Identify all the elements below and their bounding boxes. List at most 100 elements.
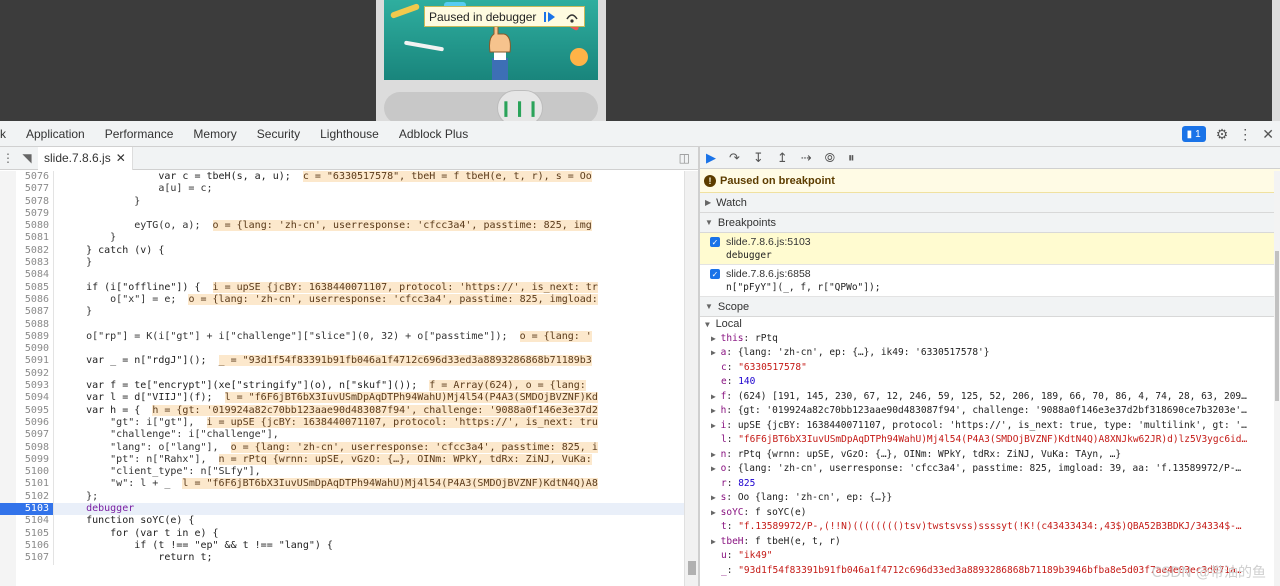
line-number[interactable]: 5079: [0, 207, 54, 221]
code-line[interactable]: 5100 "client_type": n["SLfy"],: [0, 466, 698, 479]
section-scope[interactable]: ▼ Scope: [700, 297, 1280, 317]
line-number[interactable]: 5091: [0, 355, 54, 368]
scope-variable[interactable]: t: "f.13589972/P-,(!!N)(((((((()tsv)twst…: [700, 520, 1280, 535]
scope-variable[interactable]: ▶ h: {gt: '019924a82c70bb123aae90d483087…: [700, 404, 1280, 419]
line-number[interactable]: 5099: [0, 453, 54, 467]
scope-variable[interactable]: ▶ tbeH: f tbeH(e, t, r): [700, 535, 1280, 550]
code-line[interactable]: 5095 var h = { h = {gt: '019924a82c70bb1…: [0, 404, 698, 417]
line-number[interactable]: 5095: [0, 404, 54, 417]
issues-button[interactable]: ▮ 1: [1181, 126, 1206, 142]
expand-arrow-icon[interactable]: ▶: [711, 493, 721, 502]
code-line[interactable]: 5098 "lang": o["lang"], o = {lang: 'zh-c…: [0, 441, 698, 454]
line-number[interactable]: 5105: [0, 527, 54, 540]
deactivate-breakpoints-icon[interactable]: ⦾: [825, 150, 835, 166]
breakpoint-checkbox[interactable]: ✓: [710, 269, 720, 279]
expand-arrow-icon[interactable]: ▶: [711, 421, 721, 430]
line-number[interactable]: 5088: [0, 318, 54, 331]
code-line[interactable]: 5092: [0, 367, 698, 381]
line-number[interactable]: 5090: [0, 343, 54, 356]
tab-security[interactable]: Security: [247, 127, 310, 141]
line-number[interactable]: 5100: [0, 466, 54, 479]
page-scrollbar[interactable]: [1272, 0, 1280, 121]
line-number[interactable]: 5104: [0, 515, 54, 528]
line-number[interactable]: 5101: [0, 478, 54, 491]
line-number[interactable]: 5087: [0, 306, 54, 319]
line-number[interactable]: 5077: [0, 183, 54, 196]
section-watch[interactable]: ▶ Watch: [700, 193, 1280, 213]
line-number[interactable]: 5086: [0, 293, 54, 307]
line-number[interactable]: 5102: [0, 490, 54, 504]
code-line[interactable]: 5084: [0, 269, 698, 282]
scope-local-header[interactable]: ▼ Local: [700, 317, 1280, 332]
code-line[interactable]: 5091 var _ = n["rdgJ"](); _ = "93d1f54f8…: [0, 355, 698, 368]
pause-on-exceptions-icon[interactable]: ⏸: [848, 150, 855, 166]
settings-icon[interactable]: ⚙: [1216, 126, 1229, 143]
line-number[interactable]: 5078: [0, 195, 54, 208]
expand-arrow-icon[interactable]: ▶: [711, 392, 721, 401]
code-line[interactable]: 5099 "pt": n["Rahx"], n = rPtq {wrnn: up…: [0, 453, 698, 467]
code-line[interactable]: 5093 var f = te["encrypt"](xe["stringify…: [0, 380, 698, 393]
resume-icon[interactable]: [542, 10, 558, 24]
tab-lighthouse[interactable]: Lighthouse: [310, 127, 389, 141]
section-breakpoints[interactable]: ▼ Breakpoints: [700, 213, 1280, 233]
navigator-menu-icon[interactable]: ⋮: [0, 151, 16, 165]
line-number[interactable]: 5089: [0, 330, 54, 344]
step-over-icon[interactable]: [564, 10, 580, 24]
line-number[interactable]: 5092: [0, 367, 54, 381]
code-line[interactable]: 5105 for (var t in e) {: [0, 527, 698, 540]
toggle-navigator-icon[interactable]: ◥: [16, 151, 38, 165]
sidebar-scrollbar[interactable]: [1274, 171, 1280, 586]
line-number[interactable]: 5103: [0, 503, 54, 516]
code-line[interactable]: 5097 "challenge": i["challenge"],: [0, 429, 698, 442]
expand-arrow-icon[interactable]: ▶: [711, 464, 721, 473]
resume-icon[interactable]: ▶​: [706, 150, 716, 166]
code-line[interactable]: 5094 var l = d["VIIJ"](f); l = "f6F6jBT6…: [0, 392, 698, 405]
code-line[interactable]: 5086 o["x"] = e; o = {lang: 'zh-cn', use…: [0, 293, 698, 307]
step-icon[interactable]: ⇢: [801, 150, 812, 166]
code-line[interactable]: 5103 debugger: [0, 503, 698, 516]
code-line[interactable]: 5101 "w": l + _ l = "f6F6jBT6bX3IuvUSmDp…: [0, 478, 698, 491]
more-menu-icon[interactable]: ⋮: [1238, 126, 1252, 143]
code-line[interactable]: 5088: [0, 318, 698, 331]
code-line[interactable]: 5085 if (i["offline"]) { i = upSE {jcBY:…: [0, 281, 698, 294]
slider-track[interactable]: [384, 92, 598, 124]
code-line[interactable]: 5080 eyTG(o, a); o = {lang: 'zh-cn', use…: [0, 220, 698, 233]
scope-variable[interactable]: e: 140: [700, 375, 1280, 390]
expand-arrow-icon[interactable]: ▶: [711, 450, 721, 459]
line-number[interactable]: 5082: [0, 244, 54, 258]
breakpoint-checkbox[interactable]: ✓: [710, 237, 720, 247]
line-number[interactable]: 5076: [0, 171, 54, 184]
code-scrollbar[interactable]: [684, 171, 698, 586]
line-number[interactable]: 5080: [0, 220, 54, 233]
expand-arrow-icon[interactable]: ▶: [711, 508, 721, 517]
scope-variable[interactable]: ▶ s: Oo {lang: 'zh-cn', ep: {…}}: [700, 491, 1280, 506]
scope-variable[interactable]: ▶ this: rPtq: [700, 332, 1280, 347]
line-number[interactable]: 5107: [0, 552, 54, 565]
line-number[interactable]: 5083: [0, 257, 54, 270]
scope-variable[interactable]: c: "6330517578": [700, 361, 1280, 376]
code-line[interactable]: 5081 }: [0, 232, 698, 245]
step-into-icon[interactable]: ↧: [753, 150, 764, 166]
line-number[interactable]: 5081: [0, 232, 54, 245]
code-line[interactable]: 5096 "gt": i["gt"], i = upSE {jcBY: 1638…: [0, 416, 698, 430]
code-line[interactable]: 5106 if (t !== "ep" && t !== "lang") {: [0, 539, 698, 553]
line-number[interactable]: 5098: [0, 441, 54, 454]
breakpoint-item[interactable]: ✓ slide.7.8.6.js:6858 n["pFyY"](_, f, r[…: [700, 265, 1280, 297]
step-out-icon[interactable]: ↥: [777, 150, 788, 166]
scope-variable[interactable]: l: "f6F6jBT6bX3IuvUSmDpAqDTPh94WahU)Mj4l…: [700, 433, 1280, 448]
expand-arrow-icon[interactable]: ▶: [711, 348, 721, 357]
code-line[interactable]: 5087 }: [0, 306, 698, 319]
scope-variable[interactable]: ▶ soYC: f soYC(e): [700, 506, 1280, 521]
line-number[interactable]: 5106: [0, 539, 54, 553]
breakpoint-item[interactable]: ✓ slide.7.8.6.js:5103 debugger: [700, 233, 1280, 265]
code-line[interactable]: 5082 } catch (v) {: [0, 244, 698, 258]
close-icon[interactable]: ✕: [1262, 126, 1274, 143]
code-line[interactable]: 5078 }: [0, 195, 698, 208]
tab-truncated[interactable]: k: [0, 127, 16, 141]
line-number[interactable]: 5097: [0, 429, 54, 442]
toggle-debugger-icon[interactable]: ◫: [679, 151, 690, 165]
expand-arrow-icon[interactable]: ▶: [711, 537, 721, 546]
scope-variable[interactable]: ▶ n: rPtq {wrnn: upSE, vGzO: {…}, OINm: …: [700, 448, 1280, 463]
tab-application[interactable]: Application: [16, 127, 95, 141]
line-number[interactable]: 5096: [0, 416, 54, 430]
